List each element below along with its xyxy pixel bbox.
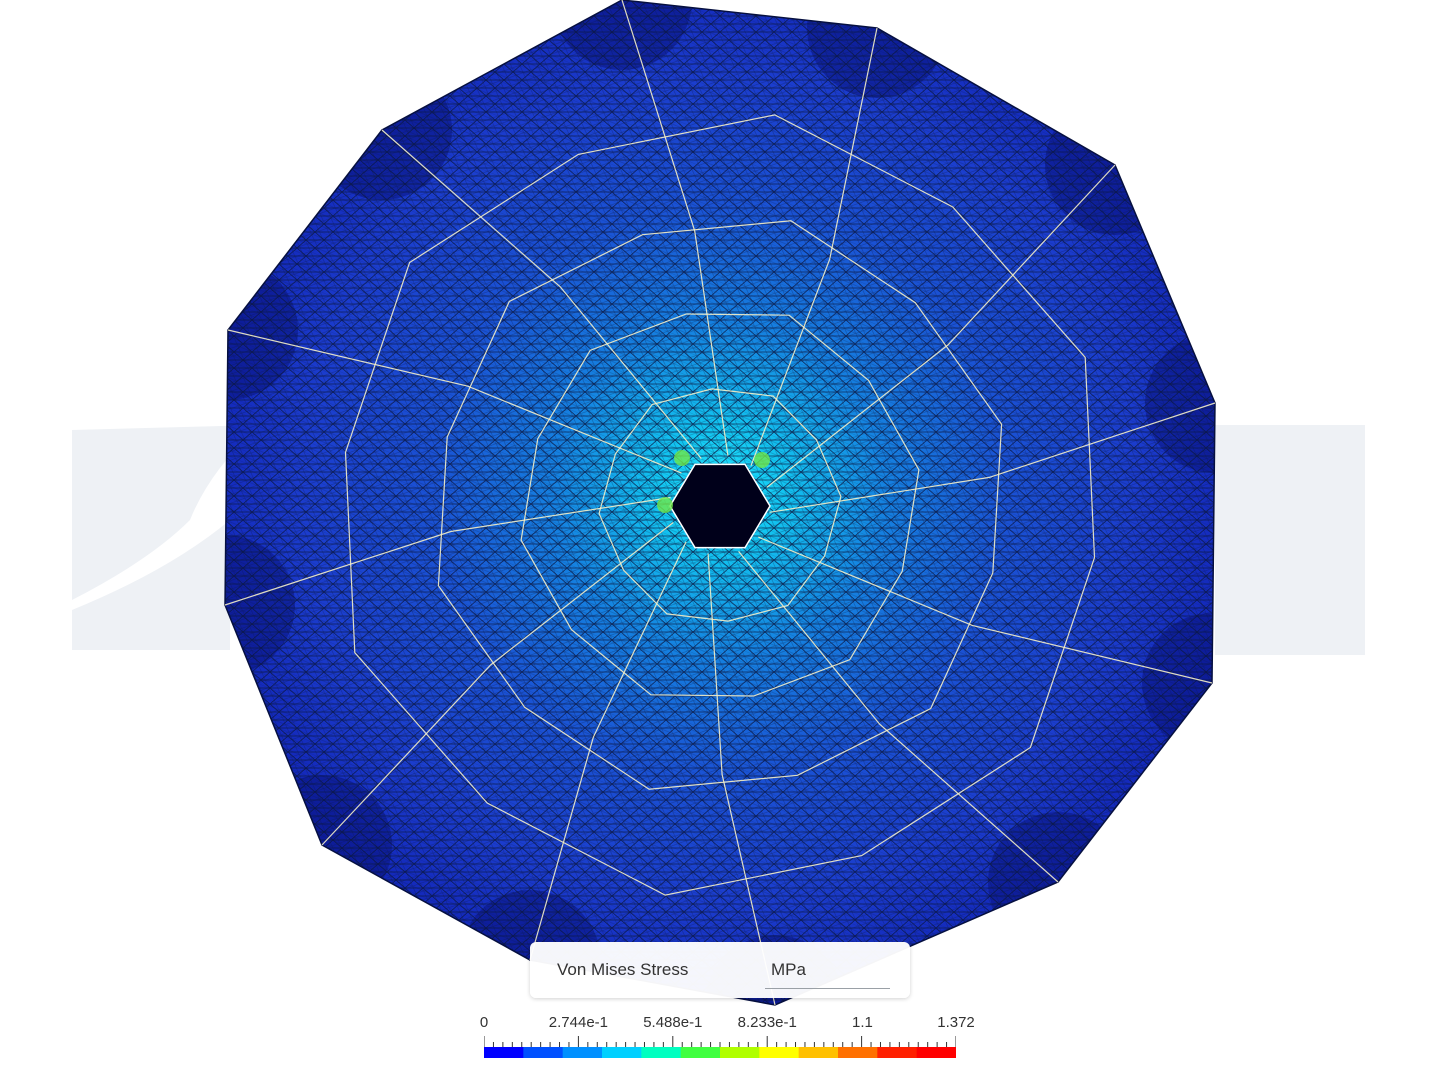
stress-hotspot bbox=[674, 450, 690, 466]
colorbar-segment bbox=[838, 1047, 878, 1058]
colorbar-segment bbox=[602, 1047, 642, 1058]
colorbar-segment bbox=[720, 1047, 760, 1058]
stress-hotspot bbox=[754, 452, 770, 468]
colorbar-segment bbox=[484, 1047, 524, 1058]
colorbar-segment bbox=[523, 1047, 564, 1058]
colorbar-segment bbox=[798, 1047, 839, 1058]
colorbar-segment bbox=[680, 1047, 721, 1058]
stress-plot[interactable] bbox=[0, 0, 1440, 1080]
3d-viewport[interactable] bbox=[0, 0, 1440, 1080]
stress-hotspot bbox=[657, 497, 673, 513]
colorbar-tick-marks bbox=[484, 1036, 956, 1048]
unit-selector[interactable]: MPa bbox=[771, 960, 806, 980]
colorbar-tick-label: 1.1 bbox=[851, 1014, 873, 1031]
colorbar-tick-label: 2.744e-1 bbox=[548, 1014, 608, 1031]
colorbar-segment bbox=[759, 1047, 800, 1058]
colorbar-segment bbox=[562, 1047, 603, 1058]
legend-title: Von Mises Stress bbox=[557, 960, 689, 979]
colorbar-tick-label: 0 bbox=[479, 1014, 489, 1031]
colorbar-segment bbox=[877, 1047, 918, 1058]
colorbar-tick-label: 5.488e-1 bbox=[643, 1014, 703, 1031]
legend-panel[interactable]: Von Mises Stress MPa bbox=[530, 942, 910, 998]
unit-underline bbox=[765, 988, 890, 989]
colorbar-segment bbox=[641, 1047, 682, 1058]
colorbar-segment bbox=[916, 1047, 956, 1058]
colorbar bbox=[484, 1047, 956, 1058]
colorbar-tick-label: 8.233e-1 bbox=[737, 1014, 797, 1031]
colorbar-tick-label: 1.372 bbox=[937, 1014, 975, 1031]
